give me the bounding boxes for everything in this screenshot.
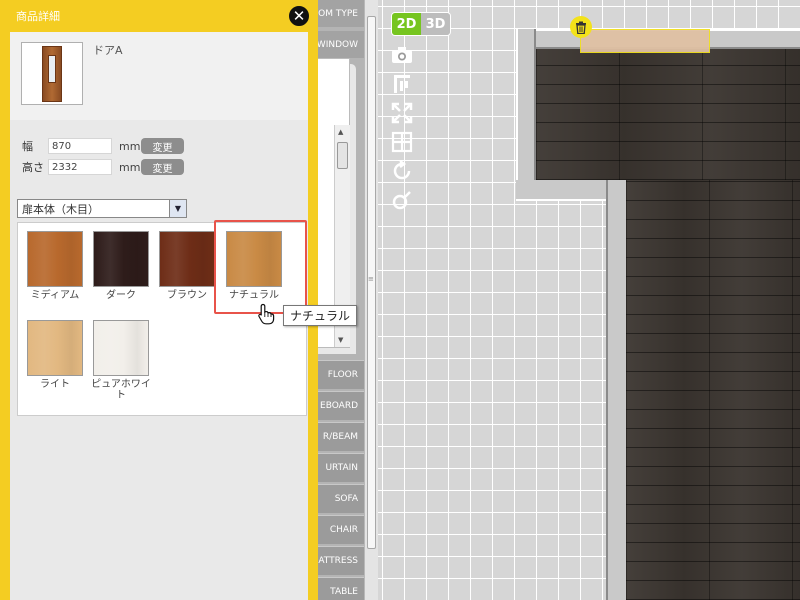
product-thumbnail <box>21 42 83 105</box>
height-label: 高さ <box>22 161 44 174</box>
placed-door[interactable] <box>580 29 710 53</box>
page-scrollbar[interactable]: ≡ <box>364 0 378 600</box>
wall[interactable] <box>606 180 626 600</box>
width-unit: mm <box>119 139 141 153</box>
wood-floor[interactable] <box>536 49 800 180</box>
view-mode-toggle[interactable]: 2D 3D <box>391 12 451 36</box>
dialog-title: 商品詳細 <box>16 10 60 23</box>
close-icon[interactable]: ✕ <box>288 5 310 27</box>
zoom-icon[interactable] <box>389 187 415 212</box>
swatch-medium[interactable]: ミディアム <box>25 231 85 301</box>
swatch-chip[interactable] <box>159 231 215 287</box>
height-change-button[interactable]: 変更 <box>141 159 184 175</box>
swatch-dark[interactable]: ダーク <box>91 231 151 301</box>
hand-cursor-icon <box>257 303 275 328</box>
grid-icon[interactable] <box>389 129 415 154</box>
swatch-pure-white[interactable]: ピュアホワイト <box>91 320 151 401</box>
swatch-chip[interactable] <box>93 231 149 287</box>
swatch-label: ピュアホワイト <box>91 379 151 401</box>
height-input[interactable] <box>48 159 112 175</box>
product-header: ドアA <box>10 32 308 120</box>
width-input[interactable] <box>48 138 112 154</box>
view-3d-button[interactable]: 3D <box>421 13 450 35</box>
swatch-label: ダーク <box>106 290 136 301</box>
width-change-button[interactable]: 変更 <box>141 138 184 154</box>
height-row: 高さ mm 変更 <box>22 158 184 176</box>
swatch-chip[interactable] <box>27 320 83 376</box>
swatch-light[interactable]: ライト <box>25 320 85 390</box>
swatch-chip[interactable] <box>27 231 83 287</box>
wood-floor[interactable] <box>626 180 800 600</box>
height-unit: mm <box>119 160 141 174</box>
view-2d-button[interactable]: 2D <box>392 13 421 35</box>
product-name: ドアA <box>93 44 123 57</box>
swatch-tooltip: ナチュラル <box>283 305 357 326</box>
wall[interactable] <box>516 29 536 201</box>
fullscreen-icon[interactable] <box>389 100 415 125</box>
width-row: 幅 mm 変更 <box>22 137 184 155</box>
part-select-value: 扉本体（木目） <box>22 202 99 216</box>
trash-icon[interactable] <box>570 16 592 38</box>
product-detail-dialog: 商品詳細 ✕ ドアA 幅 mm 変更 高さ mm 変更 扉本体（木目） ▼ <box>0 0 318 600</box>
swatch-label: ブラウン <box>167 290 207 301</box>
swatch-label: ミディアム <box>30 290 80 301</box>
width-label: 幅 <box>22 140 33 153</box>
swatch-chip[interactable] <box>93 320 149 376</box>
move-icon[interactable] <box>389 71 415 96</box>
selection-highlight <box>214 220 307 314</box>
tool-column <box>389 42 415 212</box>
door-icon <box>42 45 62 102</box>
floor-plan-canvas[interactable]: 2D 3D <box>378 0 800 600</box>
camera-icon[interactable] <box>389 42 415 67</box>
part-select[interactable]: 扉本体（木目） ▼ <box>17 199 187 218</box>
chevron-down-icon[interactable]: ▼ <box>169 200 186 217</box>
swatch-brown[interactable]: ブラウン <box>157 231 217 301</box>
swatch-label: ライト <box>40 379 70 390</box>
rotate-icon[interactable] <box>389 158 415 183</box>
